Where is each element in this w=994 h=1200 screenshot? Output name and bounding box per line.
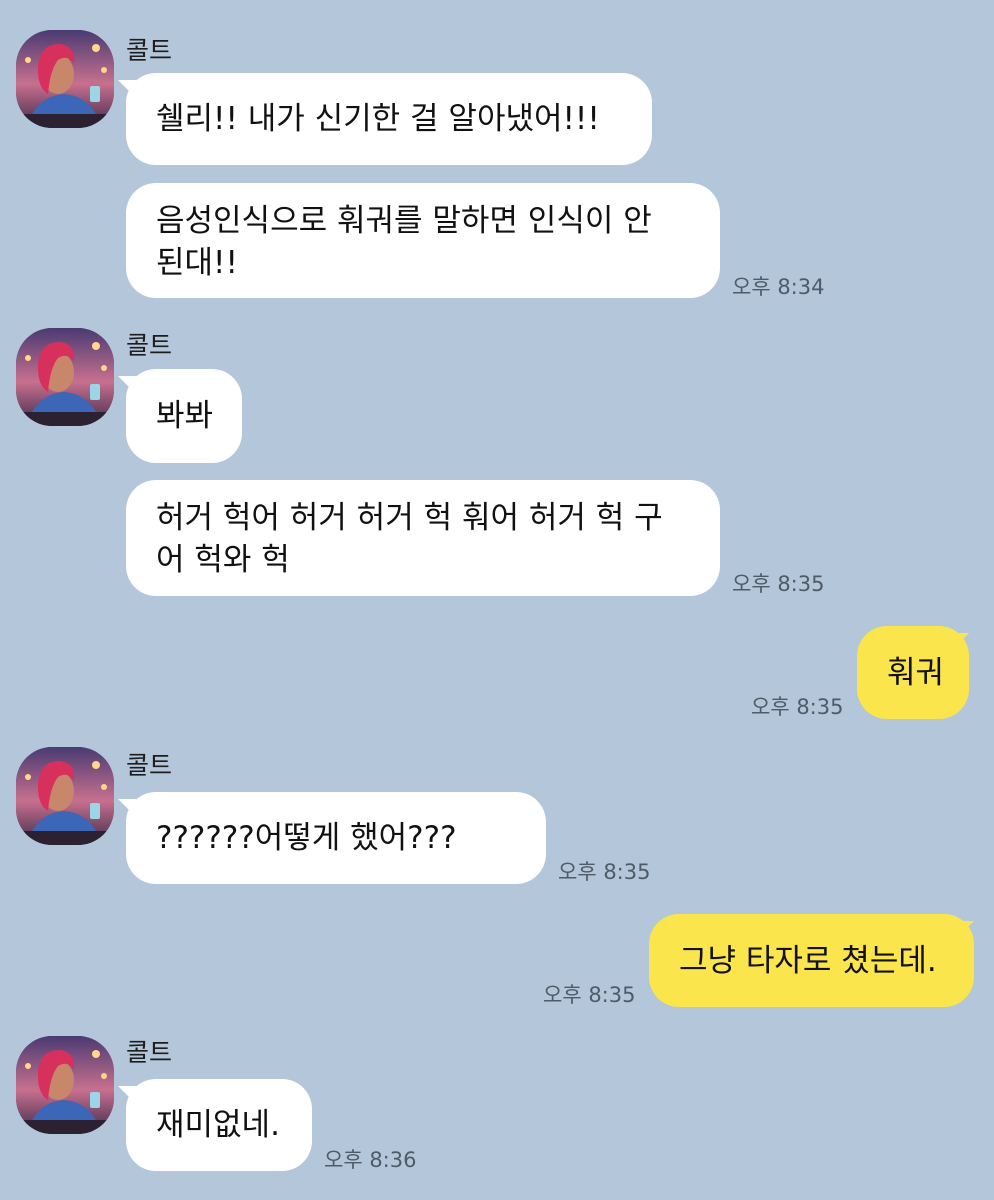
message-timestamp: 오후 8:35: [732, 572, 825, 596]
sender-name: 콜트: [126, 751, 173, 780]
sender-avatar[interactable]: [16, 328, 114, 426]
sender-name: 콜트: [126, 1038, 173, 1067]
sender-name: 콜트: [126, 331, 173, 360]
incoming-message-bubble[interactable]: 음성인식으로 훠궈를 말하면 인식이 안 된대!!: [126, 183, 720, 298]
profile-avatar-icon: [16, 328, 114, 426]
profile-avatar-icon: [16, 1036, 114, 1134]
outgoing-message-bubble[interactable]: 훠궈: [857, 626, 969, 719]
incoming-message-bubble[interactable]: 봐봐: [126, 369, 242, 463]
sender-name: 콜트: [126, 36, 173, 65]
incoming-message-bubble[interactable]: 쉘리!! 내가 신기한 걸 알아냈어!!!: [126, 73, 652, 165]
outgoing-message-bubble[interactable]: 그냥 타자로 쳤는데.: [649, 914, 974, 1007]
profile-avatar-icon: [16, 30, 114, 128]
profile-avatar-icon: [16, 747, 114, 845]
message-timestamp: 오후 8:36: [324, 1148, 417, 1172]
incoming-message-bubble[interactable]: 허거 헉어 허거 허거 헉 훠어 허거 헉 구어 헉와 헉: [126, 480, 720, 596]
message-timestamp: 오후 8:35: [751, 695, 844, 719]
incoming-message-bubble[interactable]: 재미없네.: [126, 1079, 312, 1171]
message-timestamp: 오후 8:35: [543, 983, 636, 1007]
incoming-message-bubble[interactable]: ??????어떻게 했어???: [126, 792, 546, 884]
sender-avatar[interactable]: [16, 747, 114, 845]
message-timestamp: 오후 8:35: [558, 860, 651, 884]
sender-avatar[interactable]: [16, 30, 114, 128]
message-timestamp: 오후 8:34: [732, 275, 825, 299]
sender-avatar[interactable]: [16, 1036, 114, 1134]
